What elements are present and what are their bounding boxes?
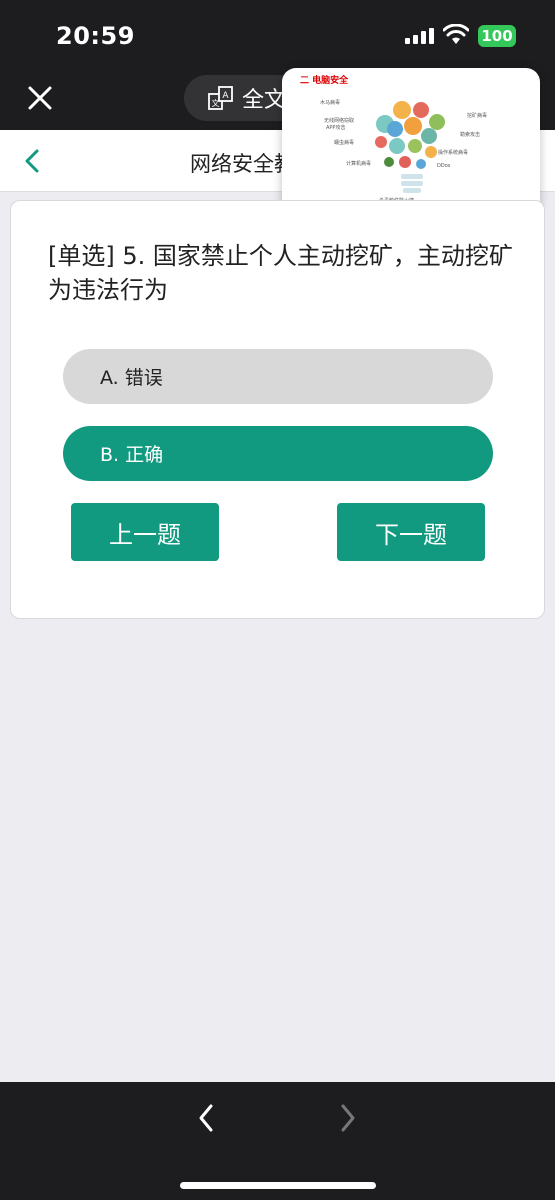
page-title: 网络安全教: [190, 152, 285, 176]
bottom-toolbar: [0, 1082, 555, 1200]
signal-icon: [405, 28, 434, 44]
battery-indicator: 100: [478, 25, 516, 47]
option-label: B. 正确: [100, 444, 164, 466]
pip-label: 挖矿病毒: [467, 113, 488, 119]
browser-back-icon[interactable]: [196, 1102, 216, 1134]
svg-text:A: A: [222, 91, 229, 101]
pip-label: 勒索攻击: [460, 132, 481, 138]
pip-label: 无线网络窃取: [324, 118, 355, 124]
option-a[interactable]: A. 错误: [63, 349, 493, 404]
next-question-button[interactable]: 下一题: [337, 503, 485, 561]
pip-title: 二 电脑安全: [300, 76, 349, 86]
question-text: [单选] 5. 国家禁止个人主动挖矿，主动挖矿为违法行为: [48, 242, 513, 304]
translate-icon: A 文: [208, 86, 233, 110]
option-label: A. 错误: [100, 367, 163, 389]
prev-question-button[interactable]: 上一题: [71, 503, 219, 561]
question-card: [单选] 5. 国家禁止个人主动挖矿，主动挖矿为违法行为 A. 错误 B. 正确…: [10, 200, 545, 619]
svg-text:文: 文: [212, 98, 220, 108]
pip-label: 木马病毒: [320, 100, 341, 106]
pip-video-overlay[interactable]: 二 电脑安全 木马病毒 挖矿病毒 无线网络窃取 APP攻击 勒索攻击 蠕虫病毒 …: [282, 68, 540, 213]
wifi-icon: [443, 24, 469, 44]
pip-label: 蠕虫病毒: [334, 140, 355, 146]
browser-forward-icon[interactable]: [338, 1102, 358, 1134]
fulltext-label: 全文: [242, 88, 287, 113]
close-icon[interactable]: [22, 80, 58, 116]
status-time: 20:59: [56, 22, 135, 50]
lightbulb-infographic-icon: [375, 101, 445, 193]
option-b[interactable]: B. 正确: [63, 426, 493, 481]
home-indicator: [180, 1182, 376, 1189]
back-chevron-icon[interactable]: [20, 147, 44, 175]
pip-label: APP攻击: [326, 125, 346, 131]
